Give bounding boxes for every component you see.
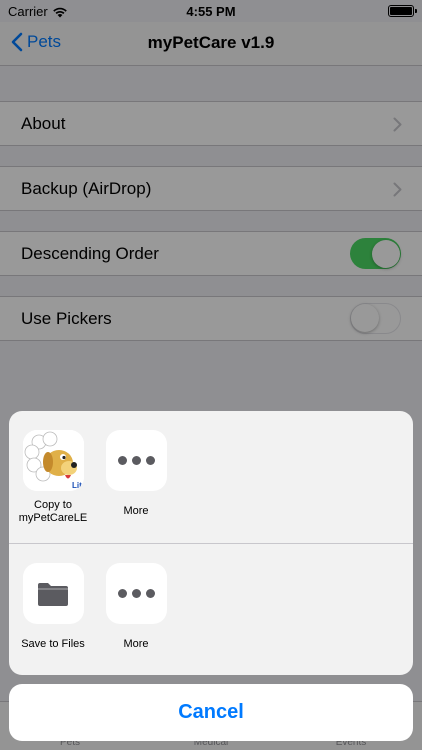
action-label: More	[123, 638, 149, 650]
cancel-button[interactable]: Cancel	[9, 684, 413, 741]
action-label: Save to Files	[21, 638, 85, 650]
lite-badge: Lite	[72, 481, 84, 490]
share-apps-row: Lite Copy to myPetCareLE More	[9, 411, 413, 543]
folder-icon	[22, 563, 84, 624]
more-dots-icon	[105, 430, 167, 491]
share-sheet: Lite Copy to myPetCareLE More Save to Fi…	[9, 411, 413, 675]
more-apps-button[interactable]: More	[95, 430, 177, 518]
copy-to-mypetcarele-button[interactable]: Lite Copy to myPetCareLE	[12, 430, 94, 525]
action-label: More	[123, 505, 149, 517]
share-actions-row: Save to Files More	[9, 544, 413, 675]
more-actions-button[interactable]: More	[95, 563, 177, 651]
save-to-files-button[interactable]: Save to Files	[12, 563, 94, 651]
action-label: Copy to myPetCareLE	[18, 499, 88, 524]
mypetcare-le-app-icon: Lite	[22, 430, 84, 491]
more-dots-icon	[105, 563, 167, 624]
